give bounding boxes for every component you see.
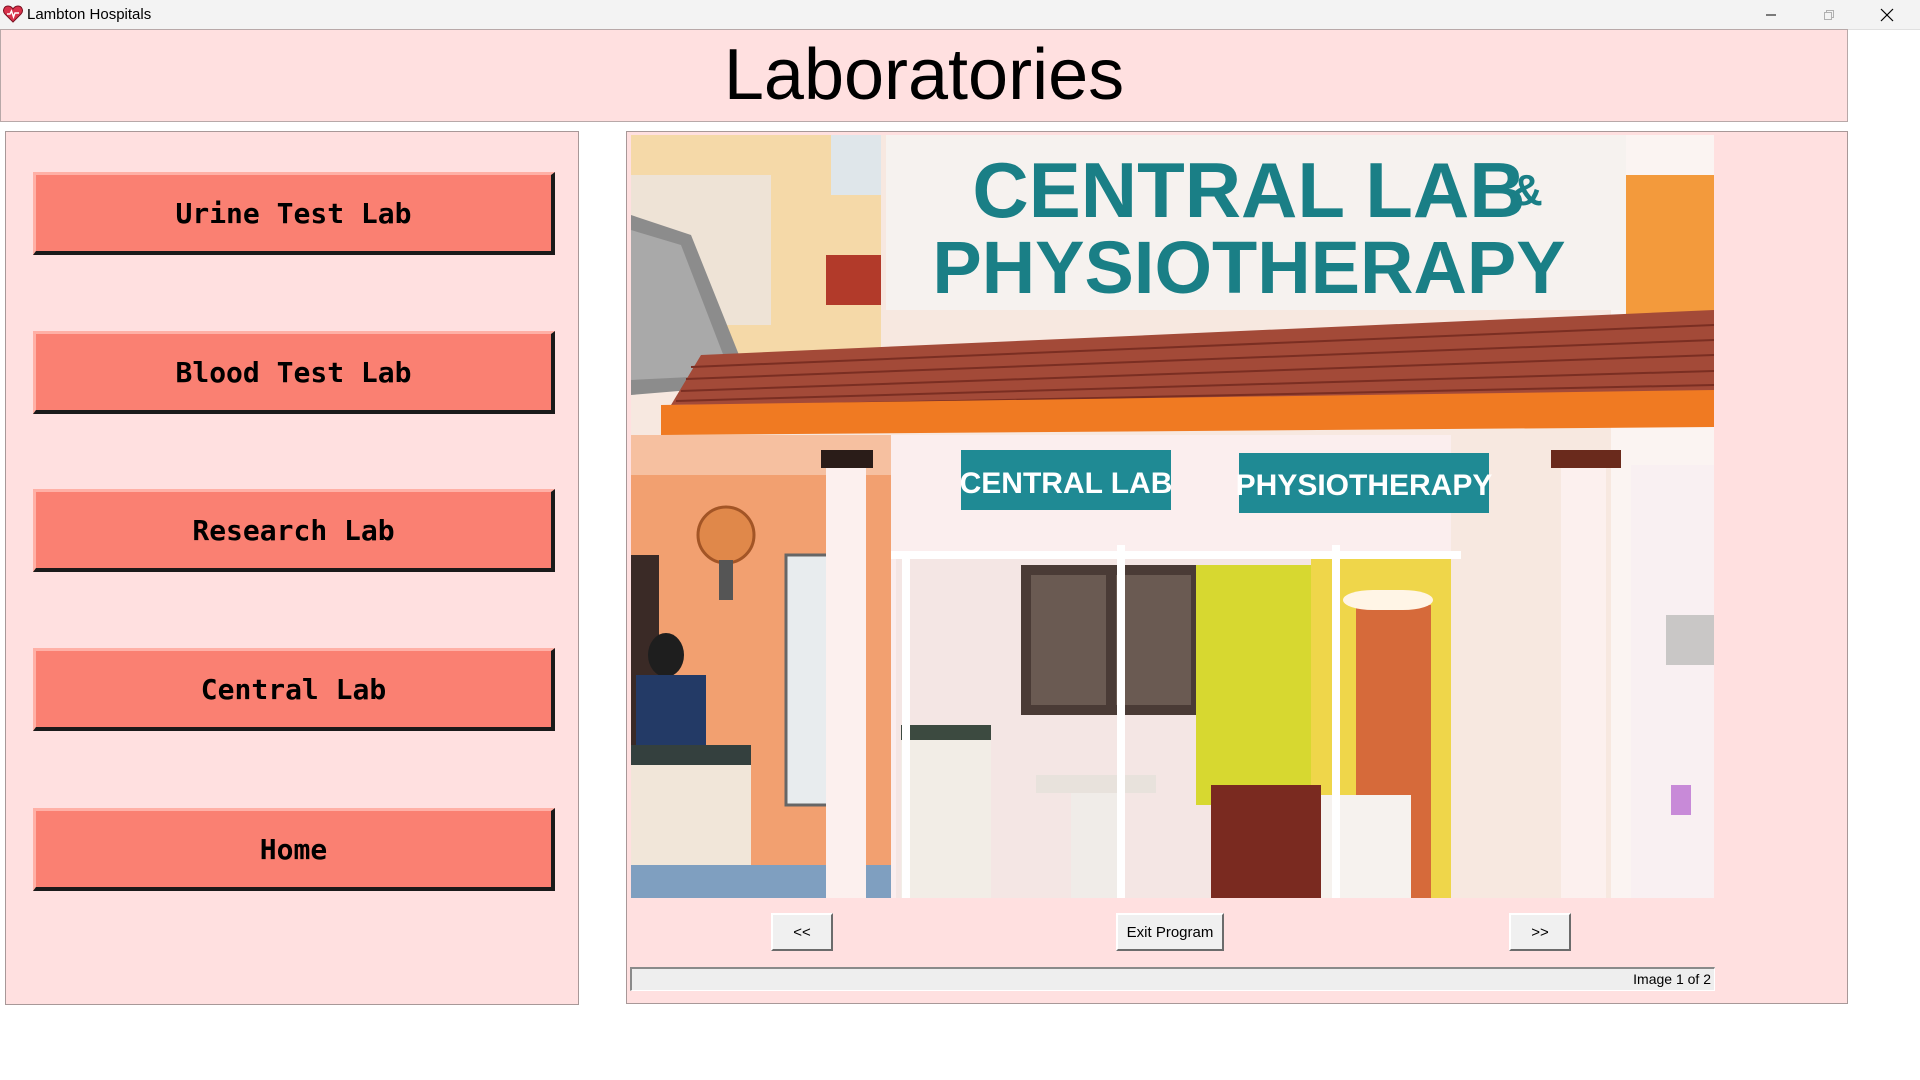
app-window: Lambton Hospitals Laboratories Urine Tes…: [0, 0, 1920, 1080]
sign-text-physiotherapy: PHYSIOTHERAPY: [932, 226, 1565, 309]
central-lab-button[interactable]: Central Lab: [33, 648, 555, 731]
urine-test-lab-button[interactable]: Urine Test Lab: [33, 172, 555, 255]
lab-navigation-panel: Urine Test Lab Blood Test Lab Research L…: [5, 131, 579, 1005]
blood-test-lab-button[interactable]: Blood Test Lab: [33, 331, 555, 414]
close-icon: [1880, 8, 1894, 21]
image-viewer-panel: CENTRAL LAB & PHYSIOTHERAPY CENTRAL LAB …: [626, 131, 1848, 1004]
minimize-icon: [1766, 14, 1776, 15]
window-title: Lambton Hospitals: [27, 6, 152, 23]
close-button[interactable]: [1858, 0, 1916, 29]
home-button[interactable]: Home: [33, 808, 555, 891]
sign-text-physiotherapy-small: PHYSIOTHERAPY: [1236, 469, 1493, 502]
exit-program-button[interactable]: Exit Program: [1116, 913, 1224, 951]
page-title: Laboratories: [723, 35, 1125, 115]
sign-text-central-lab-small: CENTRAL LAB: [960, 467, 1173, 500]
central-lab-building-photo: CENTRAL LAB & PHYSIOTHERAPY CENTRAL LAB …: [631, 135, 1714, 898]
image-status-bar: Image 1 of 2: [630, 967, 1715, 991]
maximize-icon: [1824, 9, 1834, 20]
heart-icon: [3, 5, 23, 23]
maximize-button[interactable]: [1800, 0, 1858, 29]
lab-photo: CENTRAL LAB & PHYSIOTHERAPY CENTRAL LAB …: [631, 135, 1714, 898]
sign-text-ampersand: &: [1511, 166, 1543, 215]
header-panel: Laboratories: [0, 29, 1848, 122]
sign-text-central-lab: CENTRAL LAB: [972, 146, 1525, 234]
image-counter-text: Image 1 of 2: [1633, 971, 1711, 987]
next-image-button[interactable]: >>: [1509, 913, 1571, 951]
research-lab-button[interactable]: Research Lab: [33, 489, 555, 572]
title-bar: Lambton Hospitals: [0, 0, 1920, 30]
previous-image-button[interactable]: <<: [771, 913, 833, 951]
minimize-button[interactable]: [1742, 0, 1800, 29]
